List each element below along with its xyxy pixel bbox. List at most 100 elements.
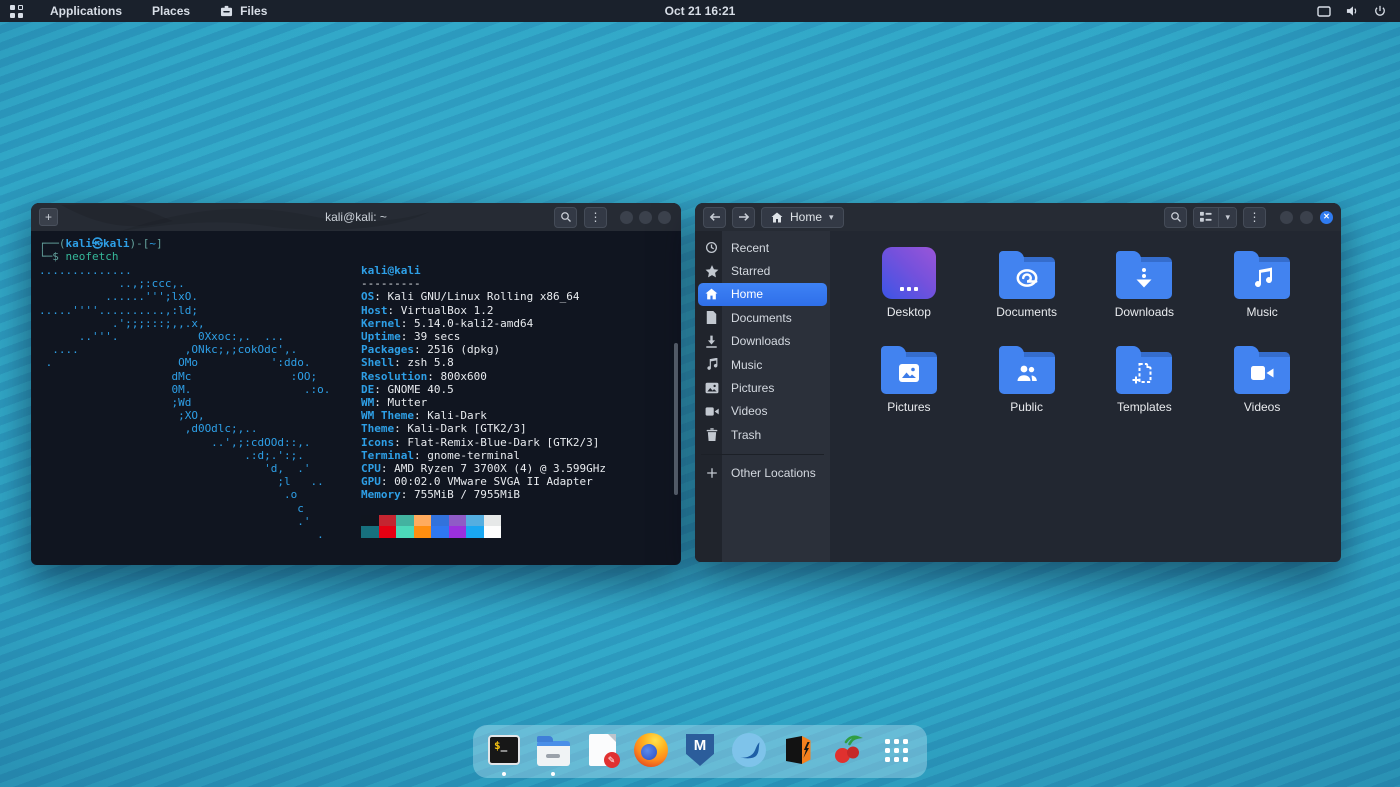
palette-swatch [396,514,414,527]
sidebar-label: Pictures [731,381,775,396]
neofetch-info-row: Memory: 755MiB / 7955MiB [361,488,520,502]
view-options-chevron-icon[interactable]: ▾ [1219,207,1236,227]
folder-downloads[interactable]: Downloads [1086,244,1204,339]
files-search-button[interactable] [1164,206,1188,228]
terminal-titlebar[interactable]: + kali@kali: ~ ⋮ [31,203,681,231]
folder-label: Documents [996,305,1057,319]
forward-button[interactable] [732,206,755,228]
folder-pictures[interactable]: Pictures [850,339,968,434]
palette-swatch [448,526,466,538]
folder-public[interactable]: Public [968,339,1086,434]
sidebar-label: Recent [731,240,770,255]
arrow-right-icon [738,213,749,221]
files-headerbar[interactable]: Home ▾ ▾ ⋮ ✕ [695,203,1341,231]
document-icon [701,311,722,325]
sidebar-label: Documents [731,310,792,325]
palette-swatch [466,526,484,538]
sidebar-item-home[interactable]: Home [698,282,827,307]
dock-cherrytree[interactable] [828,731,866,769]
paperclip-icon [1016,269,1038,287]
music-icon [701,358,722,371]
palette-swatch [483,526,501,538]
sidebar-item-recent[interactable]: Recent [698,236,827,259]
terminal-scrollbar[interactable] [674,343,678,495]
dock-wireshark[interactable] [730,731,768,769]
menu-places[interactable]: Places [139,0,203,22]
terminal-search-button[interactable] [554,206,577,228]
clock[interactable]: Oct 21 16:21 [665,4,736,18]
dock-show-applications[interactable] [877,731,915,769]
shell-prompt: ┌──(kali㉿kali)-[~] └─$ neofetch [39,237,163,263]
sidebar-label: Trash [731,427,762,442]
menu-applications[interactable]: Applications [37,0,135,22]
folder-templates[interactable]: Templates [1086,339,1204,434]
terminal-window: + kali@kali: ~ ⋮ ┌──(kali㉿kali)-[~] └─$ … [31,203,681,565]
recent-icon [701,241,722,254]
wireshark-app-icon [732,733,766,767]
plus-icon [701,467,722,479]
new-tab-button[interactable]: + [39,208,58,226]
app-grid-icon [884,738,908,762]
neofetch-info: OS: Kali GNU/Linux Rolling x86_64 Host: V… [361,290,606,501]
palette-swatch [361,514,379,527]
folder-label: Music [1246,305,1278,319]
volume-icon[interactable] [1346,5,1359,17]
display-icon[interactable] [1317,5,1331,17]
sidebar-item-downloads[interactable]: Downloads [698,330,827,353]
neofetch-info-row: WM Theme: Kali-Dark [361,409,487,423]
neofetch-title: kali@kali [361,264,421,277]
sidebar-item-documents[interactable]: Documents [698,306,827,329]
dock-file-manager[interactable] [534,731,572,776]
terminal-menu-button[interactable]: ⋮ [584,206,607,228]
terminal-close-button[interactable] [658,210,671,224]
power-icon[interactable] [1374,5,1386,17]
dock-metasploit[interactable]: M [681,731,719,769]
menu-files[interactable]: Files [207,0,280,22]
search-icon [560,212,571,222]
kali-ascii-logo: .............. ..,;:ccc,. ......''';lxO.… [39,264,331,542]
folder-music[interactable]: Music [1203,244,1321,339]
sidebar-item-other-locations[interactable]: Other Locations [698,462,827,485]
dock-text-editor[interactable]: ✎ [583,731,621,769]
path-bar-button[interactable]: Home ▾ [761,206,844,228]
download-arrow-icon [1136,268,1152,288]
files-window: Home ▾ ▾ ⋮ ✕ Recent Starred Home Documen… [695,203,1341,562]
arrow-left-icon [709,213,720,221]
palette-swatch [413,526,431,538]
dock-burpsuite[interactable] [779,731,817,769]
files-menu-button[interactable]: ⋮ [1243,206,1266,228]
palette-swatch [431,526,449,538]
trash-icon [701,428,722,442]
sidebar-item-pictures[interactable]: Pictures [698,376,827,399]
dock-firefox[interactable] [632,731,670,769]
folder-videos[interactable]: Videos [1203,339,1321,434]
path-label: Home [790,210,823,224]
dock: $_ ✎ M [473,725,927,778]
dock-terminal[interactable]: $_ [485,731,523,776]
prompt-frame: ┌──( [39,237,66,250]
files-maximize-button[interactable] [1300,210,1313,224]
neofetch-info-row: Icons: Flat-Remix-Blue-Dark [GTK2/3] [361,435,600,449]
neofetch-info-row: Kernel: 5.14.0-kali2-amd64 [361,316,534,330]
sidebar-item-starred[interactable]: Starred [698,259,827,282]
files-close-button[interactable]: ✕ [1320,210,1333,224]
palette-swatch [396,526,414,538]
workspace-grid-icon[interactable] [10,4,23,18]
view-toggle-button[interactable]: ▾ [1193,206,1237,228]
burpsuite-app-icon [786,736,811,764]
neofetch-info-row: GPU: 00:02.0 VMware SVGA II Adapter [361,475,593,489]
terminal-minimize-button[interactable] [620,210,633,224]
home-icon [771,212,783,222]
sidebar-item-music[interactable]: Music [698,353,827,376]
files-minimize-button[interactable] [1280,210,1293,224]
back-button[interactable] [703,206,726,228]
sidebar-label: Downloads [731,334,791,349]
folder-desktop[interactable]: Desktop [850,244,968,339]
files-content-area[interactable]: Desktop Documents Downloads Music Pictur… [830,231,1341,562]
photo-icon [898,364,919,382]
sidebar-item-trash[interactable]: Trash [698,423,827,446]
sidebar-item-videos[interactable]: Videos [698,400,827,423]
folder-label: Pictures [887,400,931,414]
folder-documents[interactable]: Documents [968,244,1086,339]
terminal-maximize-button[interactable] [639,210,652,224]
